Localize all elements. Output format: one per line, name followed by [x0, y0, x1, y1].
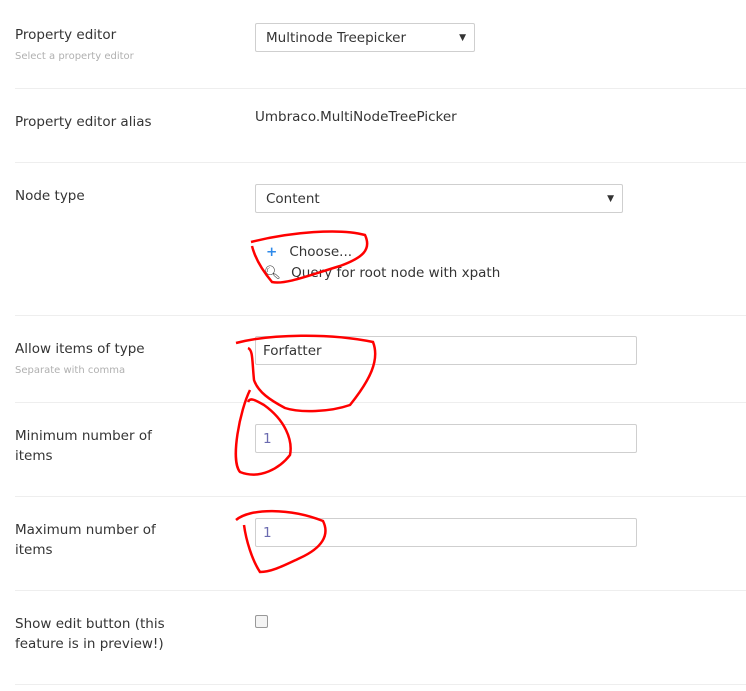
- allow-items-hint: Separate with comma: [15, 365, 126, 376]
- node-type-select[interactable]: Content ▼: [255, 184, 623, 213]
- divider: [15, 590, 746, 591]
- show-edit-label: Show edit button (this feature is in pre…: [15, 616, 165, 652]
- chevron-down-icon: ▼: [607, 193, 614, 204]
- property-editor-hint: Select a property editor: [15, 51, 134, 62]
- chevron-down-icon: ▼: [459, 32, 466, 43]
- divider: [15, 496, 746, 497]
- query-label: Query for root node with xpath: [291, 265, 501, 281]
- allow-items-label: Allow items of type: [15, 341, 145, 357]
- property-editor-label: Property editor: [15, 27, 117, 43]
- show-edit-checkbox[interactable]: [255, 615, 268, 628]
- choose-link[interactable]: + Choose...: [266, 244, 352, 260]
- divider: [15, 684, 746, 685]
- property-editor-select[interactable]: Multinode Treepicker ▼: [255, 23, 475, 52]
- plus-icon: +: [266, 244, 278, 260]
- max-items-input[interactable]: 1: [255, 518, 637, 547]
- min-items-input[interactable]: 1: [255, 424, 637, 453]
- node-type-value: Content: [266, 190, 320, 207]
- divider: [15, 402, 746, 403]
- max-items-label: Maximum number of items: [15, 522, 156, 558]
- query-xpath-link[interactable]: 🔍︎ Query for root node with xpath: [264, 265, 500, 281]
- node-type-label: Node type: [15, 188, 85, 204]
- property-editor-value: Multinode Treepicker: [266, 29, 407, 46]
- divider: [15, 315, 746, 316]
- divider: [15, 88, 746, 89]
- search-icon: 🔍︎: [264, 265, 282, 281]
- divider: [15, 162, 746, 163]
- allow-items-input[interactable]: Forfatter: [255, 336, 637, 365]
- min-items-label: Minimum number of items: [15, 428, 152, 464]
- choose-label: Choose...: [289, 244, 353, 260]
- alias-value: Umbraco.MultiNodeTreePicker: [255, 109, 457, 125]
- alias-label: Property editor alias: [15, 114, 152, 130]
